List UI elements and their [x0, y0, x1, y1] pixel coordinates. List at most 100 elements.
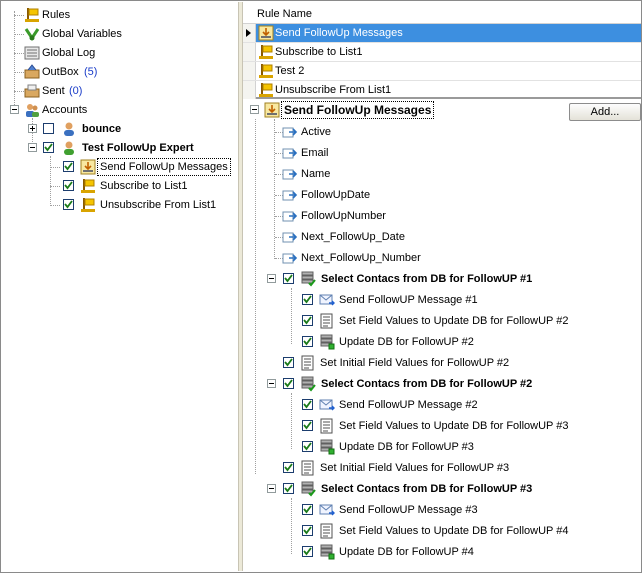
tree-item-label: Global Log — [42, 47, 96, 59]
action-checkbox[interactable] — [302, 525, 313, 536]
field-arrow-icon — [282, 250, 298, 266]
table-row[interactable]: Subscribe to List1 — [243, 43, 641, 62]
field-arrow-icon — [282, 187, 298, 203]
field-item[interactable]: Next_FollowUp_Number — [243, 249, 543, 267]
tree-item-rule-unsubscribe[interactable]: Unsubscribe From List1 — [2, 196, 232, 214]
row-indicator — [243, 81, 256, 99]
rules-grid: Rule Name Send FollowUp Messages Subscri… — [243, 2, 641, 99]
collapse-toggle[interactable] — [250, 105, 259, 114]
collapse-toggle[interactable] — [267, 379, 276, 388]
tree-item-accounts[interactable]: Accounts — [2, 101, 232, 119]
field-item[interactable]: FollowUpNumber — [243, 207, 543, 225]
action-checkbox[interactable] — [302, 336, 313, 347]
rule-checkbox[interactable] — [63, 180, 74, 191]
tree-item-sent[interactable]: Sent (0) — [2, 82, 232, 100]
collapse-toggle[interactable] — [28, 143, 37, 152]
table-row[interactable]: Send FollowUp Messages — [243, 24, 641, 43]
column-header-rule-name[interactable]: Rule Name — [257, 6, 312, 23]
collapse-toggle[interactable] — [267, 484, 276, 493]
action-label: Set Field Values to Update DB for Follow… — [339, 525, 569, 537]
log-icon — [24, 45, 40, 61]
tree-item-rule-send-followup[interactable]: Send FollowUp Messages — [2, 158, 238, 176]
action-checkbox[interactable] — [283, 357, 294, 368]
field-arrow-icon — [282, 124, 298, 140]
tree-item-global-log[interactable]: Global Log — [2, 44, 232, 62]
action-select-contacts-2[interactable]: Select Contacs from DB for FollowUP #2 — [243, 375, 641, 393]
action-send-message-2[interactable]: Send FollowUP Message #2 — [243, 396, 641, 414]
action-set-fields-1[interactable]: Set Field Values to Update DB for Follow… — [243, 312, 641, 330]
database-select-icon — [300, 481, 316, 497]
download-rule-icon — [264, 102, 280, 118]
action-label: Send FollowUP Message #1 — [339, 294, 478, 306]
action-init-fields-2[interactable]: Set Initial Field Values for FollowUP #3 — [243, 459, 641, 477]
table-row[interactable]: Unsubscribe From List1 — [243, 81, 641, 100]
tree-item-global-variables[interactable]: Global Variables — [2, 25, 232, 43]
action-label: Select Contacs from DB for FollowUP #3 — [321, 483, 533, 495]
action-checkbox[interactable] — [302, 546, 313, 557]
download-rule-icon — [80, 159, 96, 175]
tree-item-rules[interactable]: Rules — [2, 6, 232, 24]
action-set-fields-3[interactable]: Set Field Values to Update DB for Follow… — [243, 522, 641, 540]
action-update-db-3[interactable]: Update DB for FollowUP #4 — [243, 543, 641, 561]
action-set-fields-2[interactable]: Set Field Values to Update DB for Follow… — [243, 417, 641, 435]
tree-item-label: Rules — [42, 9, 71, 21]
rule-checkbox[interactable] — [63, 199, 74, 210]
action-checkbox[interactable] — [283, 483, 294, 494]
grid-cell[interactable]: Send FollowUp Messages — [256, 24, 641, 42]
row-indicator — [243, 62, 256, 80]
action-send-message-3[interactable]: Send FollowUP Message #3 — [243, 501, 641, 519]
action-checkbox[interactable] — [302, 420, 313, 431]
tree-item-label: Accounts — [42, 104, 88, 116]
action-checkbox[interactable] — [302, 399, 313, 410]
main-window: Rules Global Variables Global Log OutBox… — [0, 0, 642, 573]
action-checkbox[interactable] — [302, 294, 313, 305]
rule-checkbox[interactable] — [63, 161, 74, 172]
action-checkbox[interactable] — [283, 462, 294, 473]
action-label: Update DB for FollowUP #4 — [339, 546, 474, 558]
grid-cell[interactable]: Subscribe to List1 — [256, 43, 641, 61]
grid-cell-text: Send FollowUp Messages — [275, 27, 403, 39]
grid-cell[interactable]: Test 2 — [256, 62, 641, 80]
action-init-fields-1[interactable]: Set Initial Field Values for FollowUP #2 — [243, 354, 641, 372]
action-label: Select Contacs from DB for FollowUP #1 — [321, 273, 533, 285]
action-select-contacts-1[interactable]: Select Contacs from DB for FollowUP #1 — [243, 270, 641, 288]
tree-item-label: Sent — [42, 85, 65, 97]
field-item[interactable]: Name — [243, 165, 543, 183]
collapse-toggle[interactable] — [267, 274, 276, 283]
action-checkbox[interactable] — [302, 315, 313, 326]
action-send-message-1[interactable]: Send FollowUP Message #1 — [243, 291, 641, 309]
field-label: Next_FollowUp_Date — [301, 231, 405, 243]
expand-toggle[interactable] — [28, 124, 37, 133]
tree-item-test-followup-expert[interactable]: Test FollowUp Expert — [2, 139, 232, 157]
collapse-toggle[interactable] — [10, 105, 19, 114]
tree-item-label: Unsubscribe From List1 — [100, 199, 217, 211]
account-checkbox[interactable] — [43, 142, 54, 153]
tree-item-outbox[interactable]: OutBox (5) — [2, 63, 232, 81]
action-checkbox[interactable] — [283, 273, 294, 284]
action-update-db-1[interactable]: Update DB for FollowUP #2 — [243, 333, 641, 351]
field-item[interactable]: Email — [243, 144, 543, 162]
send-mail-icon — [319, 397, 335, 413]
outbox-count-badge: (5) — [84, 66, 98, 78]
field-item[interactable]: FollowUpDate — [243, 186, 543, 204]
action-label: Set Initial Field Values for FollowUP #3 — [320, 462, 510, 474]
grid-cell[interactable]: Unsubscribe From List1 — [256, 81, 641, 99]
tree-item-rule-subscribe[interactable]: Subscribe to List1 — [2, 177, 232, 195]
field-arrow-icon — [282, 208, 298, 224]
action-select-contacts-3[interactable]: Select Contacs from DB for FollowUP #3 — [243, 480, 641, 498]
rule-tree-root[interactable]: Send FollowUp Messages — [243, 101, 568, 119]
tree-item-bounce[interactable]: bounce — [2, 120, 232, 138]
action-checkbox[interactable] — [283, 378, 294, 389]
action-label: Send FollowUP Message #2 — [339, 399, 478, 411]
action-checkbox[interactable] — [302, 504, 313, 515]
database-select-icon — [300, 376, 316, 392]
bounce-checkbox[interactable] — [43, 123, 54, 134]
rule-flag-icon — [258, 44, 274, 60]
action-update-db-2[interactable]: Update DB for FollowUP #3 — [243, 438, 641, 456]
tree-item-label: OutBox — [42, 66, 79, 78]
field-item[interactable]: Next_FollowUp_Date — [243, 228, 543, 246]
table-row[interactable]: Test 2 — [243, 62, 641, 81]
add-button[interactable]: Add... — [569, 103, 641, 121]
action-checkbox[interactable] — [302, 441, 313, 452]
field-item[interactable]: Active — [243, 123, 543, 141]
